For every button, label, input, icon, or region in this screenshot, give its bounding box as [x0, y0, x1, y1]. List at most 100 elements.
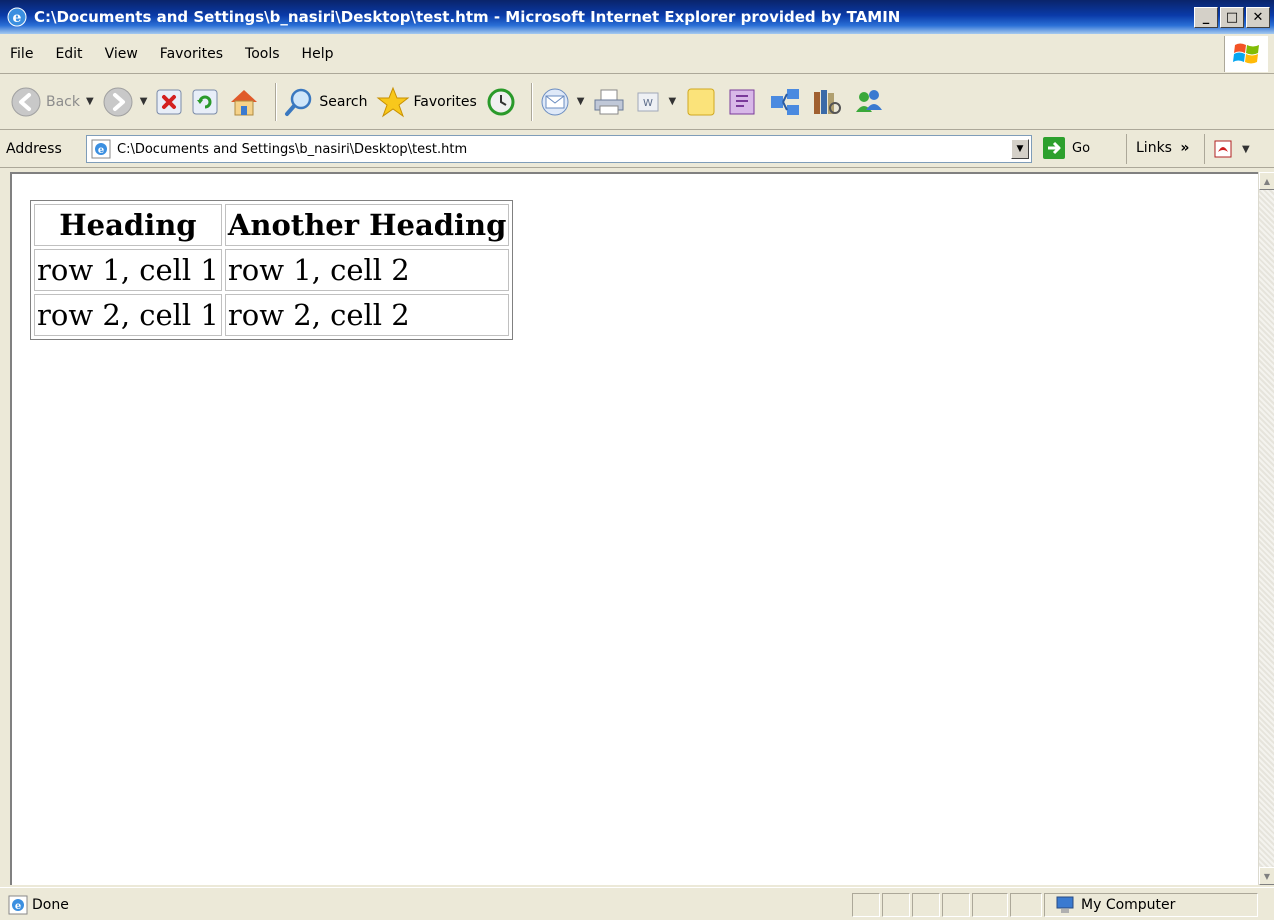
messenger-share-button[interactable]	[768, 86, 802, 118]
home-button[interactable]	[227, 86, 261, 118]
search-icon	[285, 88, 312, 116]
mail-button[interactable]: ▼	[539, 87, 585, 117]
word-edit-icon: W	[637, 92, 659, 111]
forward-dropdown-icon[interactable]: ▼	[140, 96, 148, 107]
page-content: Heading Another Heading row 1, cell 1 ro…	[10, 172, 1258, 885]
menu-edit[interactable]: Edit	[55, 46, 82, 62]
printer-icon	[594, 89, 624, 114]
back-button[interactable]: Back ▼	[10, 86, 94, 118]
windows-logo-icon	[1224, 36, 1268, 72]
toolbar: Back ▼ ▼ Search Favorites ▼ W ▼	[0, 74, 1274, 130]
mail-icon	[541, 88, 569, 115]
svg-text:e: e	[15, 901, 21, 912]
zone-panel: My Computer	[1044, 893, 1258, 917]
table-header-cell: Another Heading	[224, 204, 510, 246]
table-cell: row 1, cell 2	[224, 249, 510, 291]
menu-favorites[interactable]: Favorites	[160, 46, 223, 62]
refresh-icon	[192, 89, 218, 114]
mail-dropdown-icon[interactable]: ▼	[577, 96, 585, 107]
chevron-right-icon: »	[1180, 140, 1190, 156]
back-dropdown-icon[interactable]: ▼	[86, 96, 94, 107]
home-icon	[231, 89, 258, 115]
menu-view[interactable]: View	[105, 46, 138, 62]
note-icon	[687, 88, 715, 115]
status-panel	[882, 893, 910, 917]
scroll-up-button[interactable]: ▲	[1259, 172, 1274, 190]
address-separator	[1126, 134, 1127, 164]
status-text: Done	[32, 897, 69, 913]
close-button[interactable]: ✕	[1246, 7, 1270, 28]
share-icon	[771, 88, 800, 115]
address-dropdown-button[interactable]: ▼	[1011, 139, 1029, 159]
table-row: row 1, cell 1 row 1, cell 2	[34, 249, 510, 291]
menu-file[interactable]: File	[10, 46, 33, 62]
acrobat-button[interactable]: ▼	[1212, 138, 1250, 160]
table-header-row: Heading Another Heading	[34, 204, 510, 246]
minimize-button[interactable]: _	[1194, 7, 1218, 28]
back-arrow-icon	[11, 87, 41, 116]
zone-label: My Computer	[1081, 897, 1176, 913]
refresh-button[interactable]	[191, 88, 219, 116]
messenger-button[interactable]	[852, 86, 886, 118]
search-label: Search	[319, 93, 368, 110]
go-label: Go	[1072, 140, 1091, 156]
edit-button[interactable]: W ▼	[634, 88, 676, 116]
acrobat-dropdown-icon[interactable]: ▼	[1242, 144, 1250, 155]
history-button[interactable]	[485, 86, 517, 118]
go-button[interactable]: Go	[1042, 136, 1090, 160]
menu-tools[interactable]: Tools	[245, 46, 280, 62]
vertical-scrollbar[interactable]: ▲ ▼	[1258, 172, 1274, 885]
status-text-panel: e Done	[8, 895, 69, 915]
scroll-up-icon: ▲	[1263, 176, 1271, 186]
content-table: Heading Another Heading row 1, cell 1 ro…	[30, 200, 514, 340]
status-panel	[852, 893, 880, 917]
forward-button[interactable]: ▼	[102, 86, 148, 118]
table-header-cell: Heading	[34, 204, 222, 246]
my-computer-icon	[1056, 896, 1074, 913]
chevron-down-icon: ▼	[1016, 144, 1024, 154]
close-icon: ✕	[1252, 10, 1264, 25]
ie-page-icon: e	[8, 895, 28, 915]
title-bar: e C:\Documents and Settings\b_nasiri\Des…	[0, 0, 1274, 34]
svg-text:e: e	[98, 145, 104, 156]
address-value: C:\Documents and Settings\b_nasiri\Deskt…	[117, 141, 468, 157]
stop-button[interactable]	[155, 88, 183, 116]
table-cell: row 2, cell 1	[34, 294, 222, 336]
favorites-button[interactable]: Favorites	[376, 86, 477, 118]
maximize-button[interactable]: □	[1220, 7, 1244, 28]
edit-dropdown-icon[interactable]: ▼	[668, 96, 676, 107]
links-button[interactable]: Links »	[1136, 140, 1189, 156]
address-label: Address	[6, 140, 62, 157]
go-arrow-icon	[1043, 137, 1065, 159]
window-title: C:\Documents and Settings\b_nasiri\Deskt…	[34, 8, 901, 26]
books-icon	[814, 89, 842, 114]
print-button[interactable]	[592, 87, 626, 117]
messenger-users-icon	[856, 89, 883, 112]
onenote-icon	[729, 89, 755, 114]
scroll-down-icon: ▼	[1263, 871, 1271, 881]
restore-icon: □	[1225, 10, 1239, 25]
favorites-label: Favorites	[413, 93, 477, 110]
history-icon	[487, 88, 515, 115]
address-bar: Address e C:\Documents and Settings\b_na…	[0, 130, 1274, 168]
table-row: row 2, cell 1 row 2, cell 2	[34, 294, 510, 336]
back-label: Back	[46, 93, 80, 110]
status-panel	[942, 893, 970, 917]
scroll-down-button[interactable]: ▼	[1259, 867, 1274, 885]
discuss-button[interactable]	[684, 86, 718, 118]
svg-text:W: W	[644, 98, 654, 109]
status-bar: e Done My Computer	[0, 887, 1274, 920]
ie-icon: e	[7, 7, 27, 27]
address-input[interactable]: e C:\Documents and Settings\b_nasiri\Des…	[86, 135, 1032, 163]
status-panel	[912, 893, 940, 917]
address-separator	[1204, 134, 1205, 164]
table-cell: row 2, cell 2	[224, 294, 510, 336]
research-button[interactable]	[810, 86, 844, 118]
minimize-icon: _	[1202, 10, 1210, 25]
search-button[interactable]: Search	[283, 86, 368, 118]
menu-help[interactable]: Help	[302, 46, 334, 62]
forward-arrow-icon	[103, 87, 133, 116]
svg-text:e: e	[13, 10, 22, 26]
onenote-button[interactable]	[726, 86, 760, 118]
toolbar-separator	[530, 82, 533, 121]
